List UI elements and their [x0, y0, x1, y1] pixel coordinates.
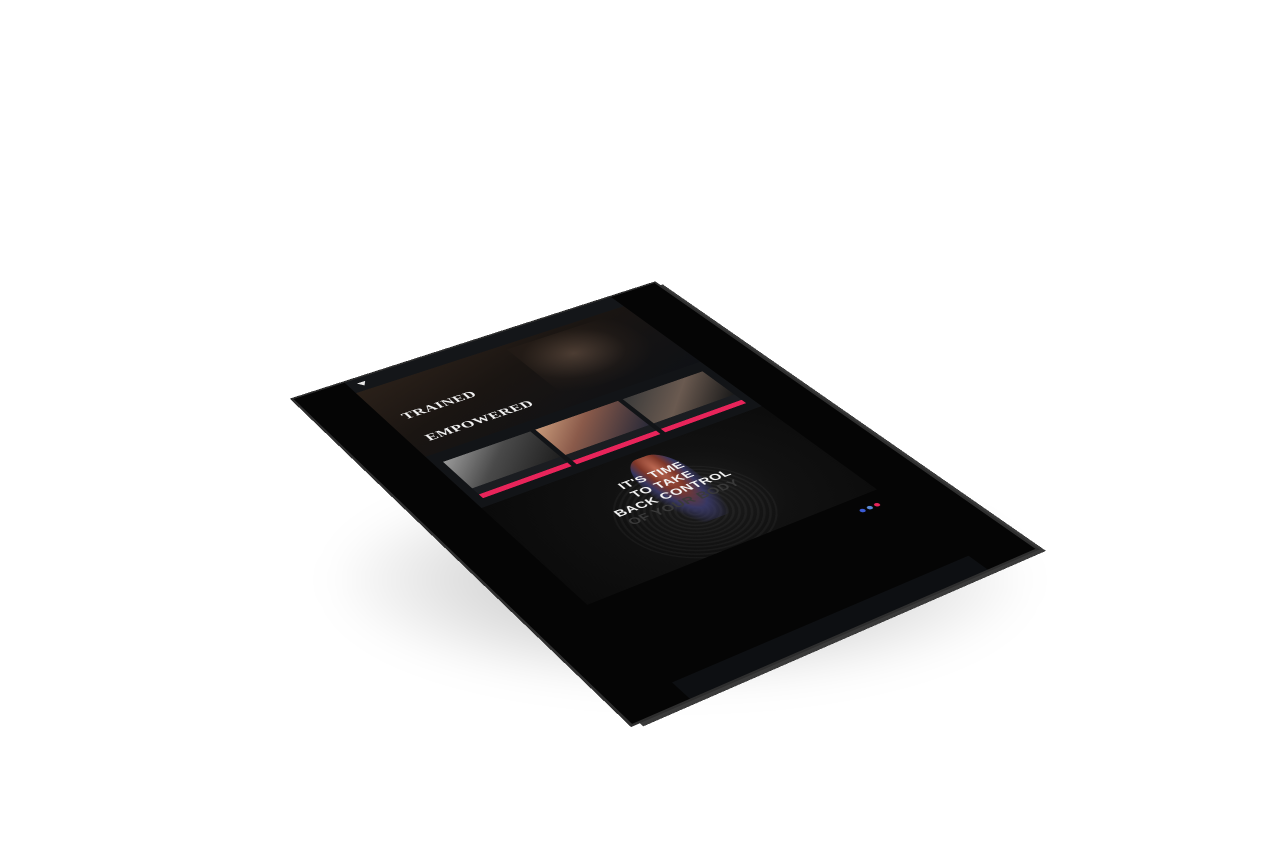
v-shield-icon[interactable]: [356, 380, 369, 387]
nav-links: [597, 304, 610, 308]
mockup-stage: TRAINED EMPOWERED IT'S TIME TO TAKE BACK…: [0, 0, 1280, 853]
facebook-icon[interactable]: [858, 508, 867, 513]
instagram-icon[interactable]: [865, 505, 875, 511]
footer-phone-column: [609, 607, 678, 669]
social-links: [858, 502, 882, 513]
youtube-icon[interactable]: [872, 502, 882, 508]
footer-follow-column: [856, 500, 949, 562]
hero-word-trained: TRAINED: [398, 388, 480, 422]
footer-email-column: [736, 556, 807, 614]
